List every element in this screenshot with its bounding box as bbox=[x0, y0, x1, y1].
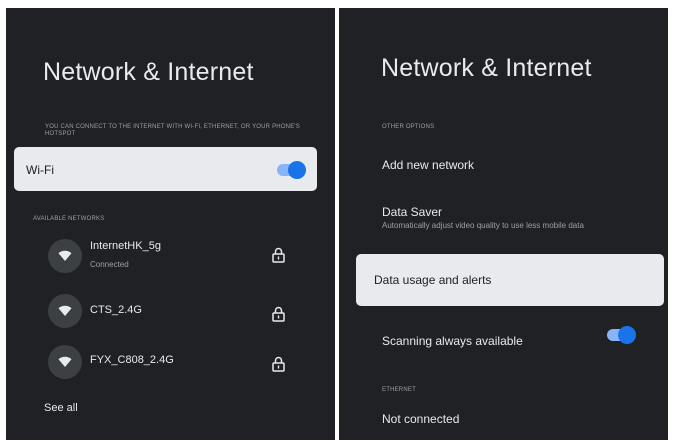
page-title: Network & Internet bbox=[381, 54, 592, 82]
network-internet-panel-left: Network & Internet YOU CAN CONNECT TO TH… bbox=[6, 8, 335, 440]
wifi-toggle-row[interactable]: Wi-Fi bbox=[14, 147, 317, 191]
other-options-label: OTHER OPTIONS bbox=[382, 124, 435, 130]
network-name: CTS_2.4G bbox=[90, 304, 142, 316]
lock-icon bbox=[272, 306, 285, 327]
network-status: Connected bbox=[90, 260, 129, 269]
network-internet-panel-right: Network & Internet OTHER OPTIONS Add new… bbox=[339, 8, 668, 440]
network-item-cts-2-4g[interactable]: CTS_2.4G bbox=[48, 292, 288, 332]
wifi-label: Wi-Fi bbox=[26, 163, 54, 177]
ethernet-status-item[interactable]: Not connected bbox=[382, 412, 459, 426]
connection-description: YOU CAN CONNECT TO THE INTERNET WITH WI-… bbox=[45, 124, 300, 137]
wifi-icon bbox=[48, 294, 82, 328]
lock-icon bbox=[272, 356, 285, 377]
scanning-always-available-item[interactable]: Scanning always available bbox=[382, 334, 523, 348]
network-item-internethk-5g[interactable]: InternetHK_5g Connected bbox=[48, 235, 288, 275]
switch-knob bbox=[618, 326, 636, 344]
scanning-switch[interactable] bbox=[607, 326, 636, 344]
available-networks-label: AVAILABLE NETWORKS bbox=[33, 216, 105, 222]
data-saver-subtitle: Automatically adjust video quality to us… bbox=[382, 221, 584, 230]
lock-icon bbox=[272, 247, 285, 268]
ethernet-label: ETHERNET bbox=[382, 387, 416, 393]
add-new-network-item[interactable]: Add new network bbox=[382, 158, 474, 172]
network-item-fyx-c808-2-4g[interactable]: FYX_C808_2.4G bbox=[48, 342, 288, 382]
wifi-icon bbox=[48, 345, 82, 379]
data-saver-item[interactable]: Data Saver bbox=[382, 205, 442, 219]
wifi-switch[interactable] bbox=[277, 161, 306, 179]
network-name: FYX_C808_2.4G bbox=[90, 354, 174, 366]
data-usage-label: Data usage and alerts bbox=[374, 273, 492, 287]
wifi-icon bbox=[48, 239, 82, 273]
switch-knob bbox=[288, 161, 306, 179]
data-usage-alerts-item[interactable]: Data usage and alerts bbox=[356, 254, 664, 306]
see-all-link[interactable]: See all bbox=[44, 402, 78, 414]
page-title: Network & Internet bbox=[43, 58, 254, 86]
network-name: InternetHK_5g bbox=[90, 240, 161, 252]
